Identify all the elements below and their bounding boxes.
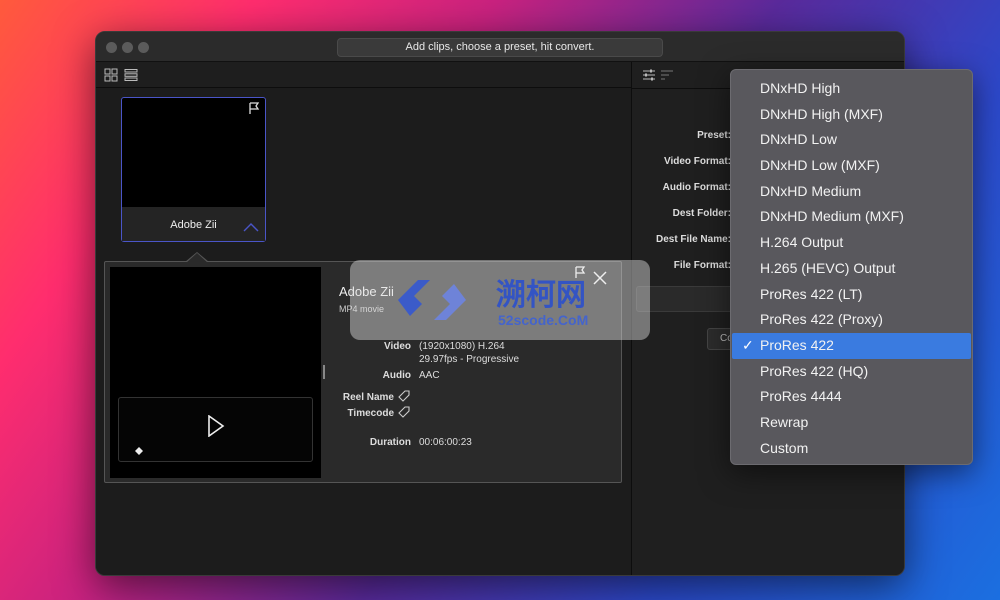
tag-icon[interactable] [398,390,410,402]
watermark-logo [398,280,466,320]
tag-icon[interactable] [398,406,410,418]
menu-item[interactable]: ProRes 4444 [732,384,971,410]
format-dropdown-menu: DNxHD High DNxHD High (MXF) DNxHD Low DN… [730,69,973,465]
player-controls [118,397,313,462]
duration-value: 00:06:00:23 [419,437,472,448]
clip-thumbnail[interactable]: Adobe Zii [121,97,266,242]
watermark-url: 52scode.CoM [498,312,589,328]
menu-item[interactable]: DNxHD Low [732,127,971,153]
grid-view-icon[interactable] [104,68,118,82]
video-preview [110,267,321,478]
checkmark-icon: ✓ [742,336,754,353]
flag-icon[interactable] [248,102,260,115]
menu-item[interactable]: H.265 (HEVC) Output [732,256,971,282]
chevron-up-icon[interactable] [243,222,259,232]
audio-format-label: Audio Format: [662,182,731,193]
close-window-button[interactable] [106,42,117,53]
menu-item[interactable]: DNxHD Medium (MXF) [732,204,971,230]
video-format-label: Video Format: [663,156,731,167]
menu-item[interactable]: Custom [732,436,971,462]
play-icon[interactable] [207,415,225,437]
list-view-icon[interactable] [124,68,138,82]
menu-item[interactable]: ProRes 422 (Proxy) [732,307,971,333]
menu-item-selected[interactable]: ✓ ProRes 422 [732,332,971,359]
menu-item[interactable]: Rewrap [732,410,971,436]
menu-item[interactable]: H.264 Output [732,230,971,256]
watermark-cn: 溯柯网 [496,278,586,313]
menu-item[interactable]: ProRes 422 (HQ) [732,359,971,385]
video-value-1: (1920x1080) H.264 [419,341,505,352]
audio-value: AAC [419,370,440,381]
dest-file-name-label: Dest File Name: [655,234,731,245]
menu-item[interactable]: DNxHD High [732,76,971,102]
flag-icon[interactable] [574,266,586,279]
clip-label-bar: Adobe Zii [122,207,265,241]
sort-icon[interactable] [660,68,674,82]
zoom-window-button[interactable] [138,42,149,53]
preset-label: Preset: [697,130,731,141]
audio-key: Audio [382,370,411,381]
video-value-2: 29.97fps - Progressive [419,354,520,365]
menu-item[interactable]: DNxHD Low (MXF) [732,153,971,179]
watermark: 溯柯网 52scode.CoM [350,260,650,340]
menu-item[interactable]: DNxHD Medium [732,179,971,205]
scrubber-handle-icon[interactable] [134,446,144,456]
dest-folder-label: Dest Folder: [672,208,731,219]
close-icon[interactable] [592,270,608,286]
minimize-window-button[interactable] [122,42,133,53]
status-hint: Add clips, choose a preset, hit convert. [337,38,663,57]
duration-key: Duration [369,437,411,448]
menu-item[interactable]: ProRes 422 (LT) [732,282,971,308]
timecode-key: Timecode [347,408,395,419]
video-key: Video [383,341,411,352]
menu-item[interactable]: DNxHD High (MXF) [732,102,971,128]
reel-name-key: Reel Name [342,392,394,403]
settings-sliders-icon[interactable] [642,68,656,82]
clip-toolbar [96,62,631,88]
title-bar: Add clips, choose a preset, hit convert. [96,32,904,62]
popover-arrow-fill [186,253,208,263]
